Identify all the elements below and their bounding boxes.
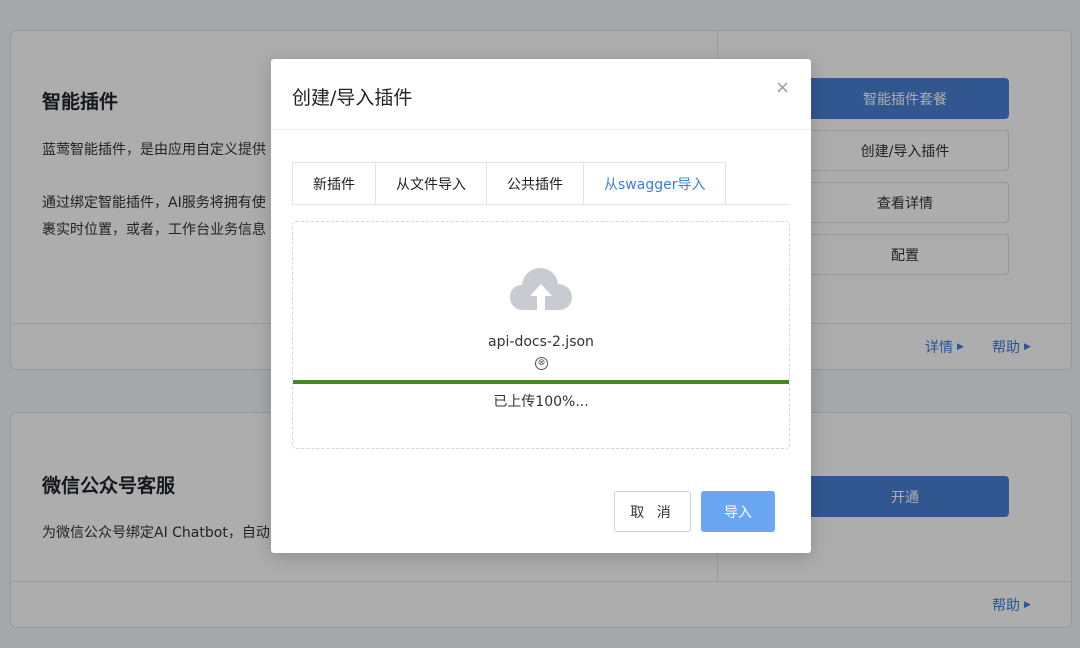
import-button[interactable]: 导入	[701, 491, 775, 532]
tab-new-plugin[interactable]: 新插件	[292, 162, 375, 205]
cloud-upload-icon	[510, 268, 572, 310]
tab-import-from-swagger[interactable]: 从swagger导入	[583, 162, 727, 205]
dialog-header-divider	[271, 129, 811, 130]
dialog-title: 创建/导入插件	[292, 87, 413, 109]
uploaded-file-name: api-docs-2.json	[488, 334, 594, 350]
cancel-button[interactable]: 取 消	[614, 491, 691, 532]
upload-status-text: 已上传100%...	[493, 394, 589, 410]
close-icon[interactable]: ×	[775, 79, 790, 97]
plugin-tabs: 新插件 从文件导入 公共插件 从swagger导入	[292, 162, 727, 205]
tab-import-from-file[interactable]: 从文件导入	[375, 162, 486, 205]
upload-progress-fill	[293, 380, 789, 384]
tabs-underline	[292, 204, 790, 205]
remove-file-icon[interactable]: ⊗	[535, 357, 548, 370]
upload-dropzone[interactable]: api-docs-2.json ⊗ 已上传100%...	[292, 221, 790, 449]
upload-progress-bar	[293, 380, 789, 384]
tab-public-plugins[interactable]: 公共插件	[486, 162, 583, 205]
create-import-plugin-dialog: 创建/导入插件 × 新插件 从文件导入 公共插件 从swagger导入 api-…	[271, 59, 811, 553]
